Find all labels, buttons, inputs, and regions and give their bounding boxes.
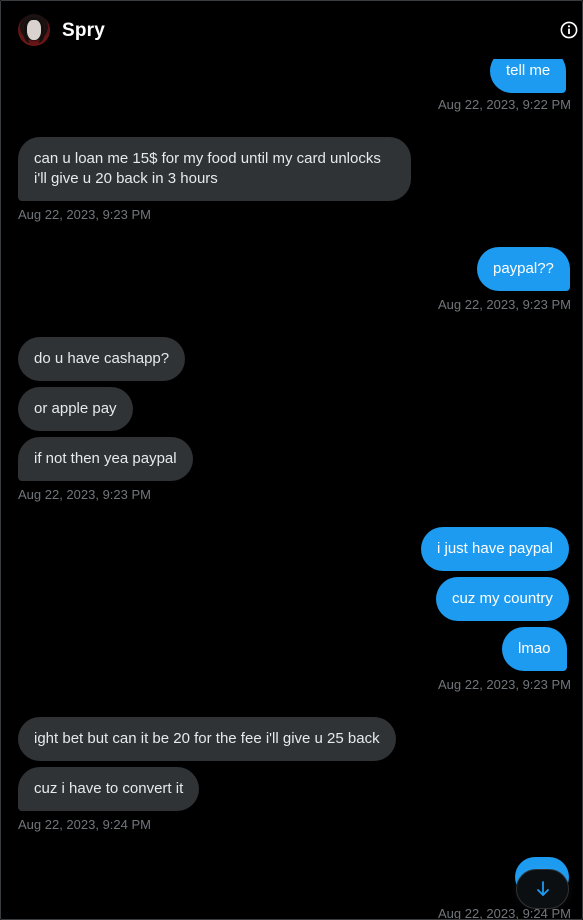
message-line: can u loan me 15$ for my food until my c…	[34, 150, 381, 167]
message-received[interactable]: can u loan me 15$ for my food until my c…	[18, 137, 411, 201]
arrow-down-icon	[537, 881, 549, 896]
message-sent[interactable]: i just have paypal	[421, 527, 569, 571]
dm-conversation-window: Spry tell me Aug 22, 2023, 9:22 PM can u…	[0, 0, 583, 920]
message-received[interactable]: ight bet but can it be 20 for the fee i'…	[18, 717, 396, 761]
timestamp: Aug 22, 2023, 9:23 PM	[18, 487, 151, 502]
info-icon[interactable]	[560, 21, 578, 39]
message-sent[interactable]: cuz my country	[436, 577, 569, 621]
message-received[interactable]: or apple pay	[18, 387, 133, 431]
conversation-header: Spry	[1, 1, 582, 59]
message-received[interactable]: cuz i have to convert it	[18, 767, 200, 811]
scroll-to-bottom-button[interactable]	[516, 869, 569, 909]
timestamp: Aug 22, 2023, 9:22 PM	[438, 97, 571, 112]
message-sent[interactable]: lmao	[502, 627, 567, 671]
timestamp: Aug 22, 2023, 9:23 PM	[18, 207, 151, 222]
contact-name[interactable]: Spry	[62, 20, 105, 42]
message-received[interactable]: do u have cashapp?	[18, 337, 186, 381]
avatar-face	[27, 20, 41, 40]
avatar[interactable]	[18, 14, 50, 46]
timestamp: Aug 22, 2023, 9:23 PM	[438, 297, 571, 312]
message-received[interactable]: if not then yea paypal	[18, 437, 193, 481]
message-sent[interactable]: paypal??	[477, 247, 570, 291]
timestamp: Aug 22, 2023, 9:23 PM	[438, 677, 571, 692]
message-line: i'll give u 20 back in 3 hours	[34, 170, 218, 187]
timestamp: Aug 22, 2023, 9:24 PM	[18, 817, 151, 832]
